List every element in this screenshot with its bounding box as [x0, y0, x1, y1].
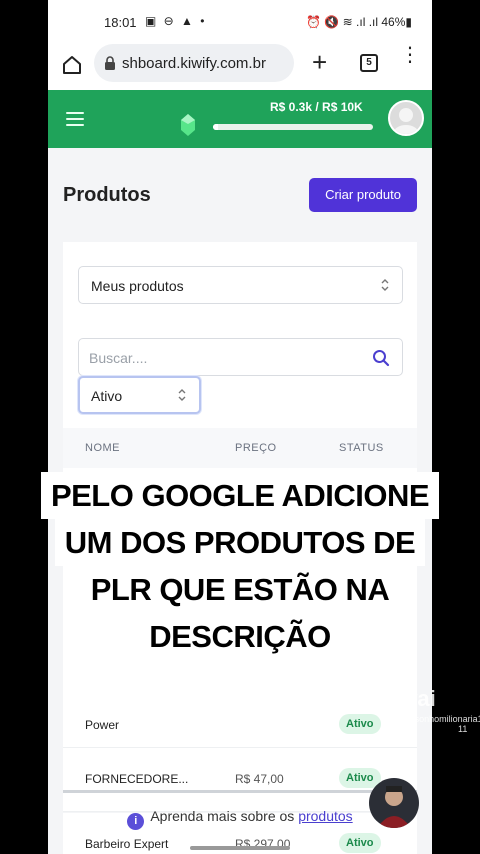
status-filter-select[interactable]: Ativo [78, 376, 201, 414]
product-name: Barbeiro Expert [85, 837, 169, 851]
table-header: NOME PREÇO STATUS [63, 428, 417, 468]
browser-toolbar: shboard.kiwify.com.br + 5 ⋮ [48, 44, 432, 90]
url-text: shboard.kiwify.com.br [122, 55, 266, 72]
status-badge: Ativo [339, 768, 381, 788]
status-badge: Ativo [339, 833, 381, 853]
column-header-name: NOME [85, 442, 120, 454]
kwai-watermark: kwai @meusonhomilionaria1 11 [388, 686, 480, 734]
select-chevron-icon [381, 279, 389, 291]
learn-more-link[interactable]: produtos [298, 808, 352, 824]
caption-line: PLR QUE ESTÃO NA [80, 566, 400, 613]
info-icon: i [127, 813, 145, 830]
column-header-price: PREÇO [235, 442, 277, 454]
caption-line: DESCRIÇÃO [139, 613, 341, 660]
avatar-placeholder-icon [393, 108, 419, 134]
status-badge: Ativo [339, 714, 381, 734]
home-icon[interactable] [60, 53, 84, 77]
product-name: FORNECEDORE... [85, 772, 189, 786]
column-header-status: STATUS [339, 442, 384, 454]
more-options-icon[interactable]: ⋮ [400, 45, 420, 65]
search-input[interactable] [89, 347, 359, 369]
table-row[interactable]: Power Ativo [63, 684, 417, 748]
system-icons: ⏰ 🔇 ≋ .ıl .ıl 46%▮ [306, 15, 412, 29]
search-icon[interactable] [372, 349, 390, 367]
select-chevron-icon [178, 389, 186, 401]
product-price: R$ 47,00 [235, 772, 284, 786]
revenue-goal-progress [213, 124, 373, 130]
status-time: 18:01 [104, 15, 137, 30]
caption-line: PELO GOOGLE ADICIONE [40, 472, 440, 519]
learn-more-text: Aprenda mais sobre os [150, 808, 295, 824]
kwai-logo: kwai [388, 686, 436, 711]
new-tab-icon[interactable]: + [312, 49, 327, 75]
address-bar[interactable]: shboard.kiwify.com.br [94, 44, 294, 82]
table-row[interactable]: FORNECEDORE... R$ 47,00 Ativo [63, 748, 417, 812]
goal-progress-fill [213, 124, 218, 130]
status-bar: 18:01 ▣ ⊖ ▲ • ⏰ 🔇 ≋ .ıl .ıl 46%▮ [48, 0, 432, 44]
user-avatar[interactable] [388, 100, 424, 136]
horizontal-scrollbar[interactable] [63, 790, 417, 793]
page-title: Produtos [63, 184, 151, 206]
gem-icon [181, 114, 195, 136]
floating-profile-avatar[interactable] [369, 778, 419, 828]
revenue-goal-text: R$ 0.3k / R$ 10K [270, 100, 363, 114]
status-filter-value: Ativo [91, 388, 123, 404]
profile-photo-icon [377, 786, 411, 828]
phone-screen: 18:01 ▣ ⊖ ▲ • ⏰ 🔇 ≋ .ıl .ıl 46%▮ shboard… [48, 0, 432, 854]
hamburger-menu-icon[interactable] [66, 112, 84, 126]
product-name: Power [85, 718, 120, 732]
create-product-button[interactable]: Criar produto [309, 178, 417, 212]
watermark-user: @meusonhomilionaria1 [388, 714, 480, 724]
product-filter-select[interactable]: Meus produtos [78, 266, 403, 304]
caption-line: UM DOS PRODUTOS DE [54, 519, 426, 566]
caption-overlay: PELO GOOGLE ADICIONE UM DOS PRODUTOS DE … [0, 472, 480, 660]
lock-icon [105, 56, 115, 70]
app-header: R$ 0.3k / R$ 10K [48, 90, 432, 148]
gesture-bar [190, 846, 290, 850]
tab-switcher-button[interactable]: 5 [360, 54, 378, 72]
product-filter-value: Meus produtos [91, 278, 184, 294]
search-field[interactable] [78, 338, 403, 376]
watermark-number: 11 [458, 724, 468, 734]
notification-icons: ▣ ⊖ ▲ • [145, 14, 207, 28]
